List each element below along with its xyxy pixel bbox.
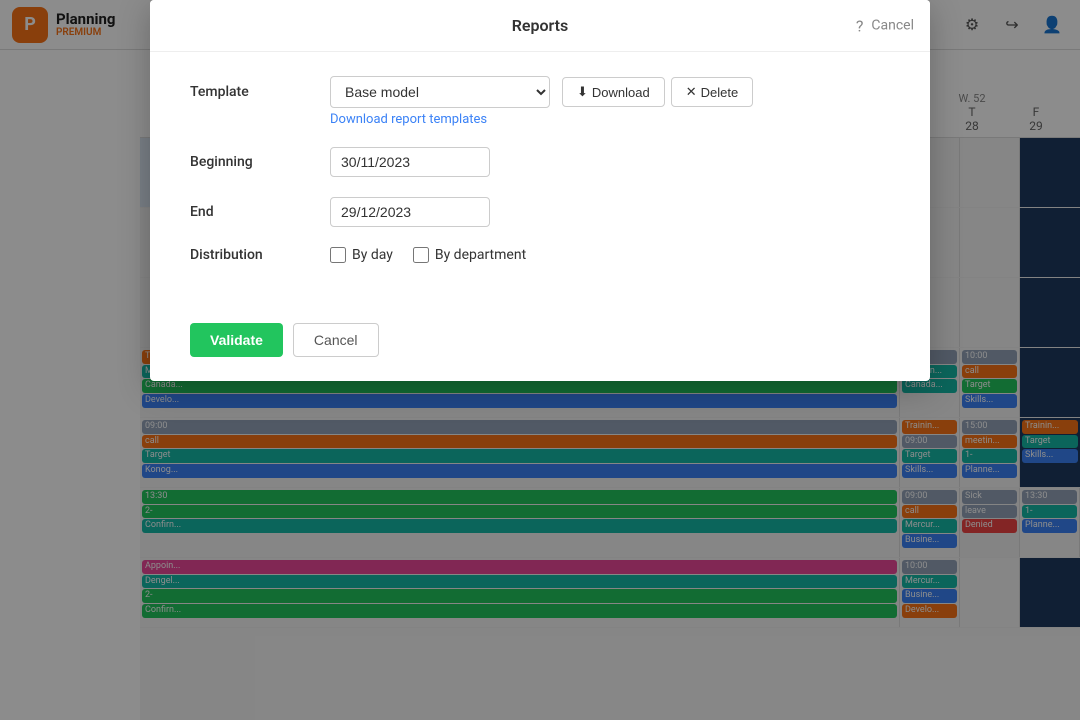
- end-input[interactable]: [330, 197, 490, 227]
- download-button[interactable]: ⬇ Download: [562, 77, 665, 107]
- distribution-label: Distribution: [190, 247, 330, 263]
- validate-button[interactable]: Validate: [190, 323, 283, 357]
- distribution-options: By day By department: [330, 247, 526, 263]
- end-label: End: [190, 204, 330, 220]
- template-label: Template: [190, 84, 330, 100]
- modal-overlay: Reports ? Cancel Template Base model ⬇ D…: [0, 0, 1080, 720]
- cancel-button[interactable]: Cancel: [293, 323, 379, 357]
- template-select[interactable]: Base model: [330, 76, 550, 108]
- template-row: Template Base model ⬇ Download ✕ Delete: [190, 76, 890, 108]
- by-department-label: By department: [435, 247, 526, 263]
- by-department-item: By department: [413, 247, 526, 263]
- modal-footer: Validate Cancel: [150, 307, 930, 381]
- distribution-row: Distribution By day By department: [190, 247, 890, 263]
- modal-cancel-link[interactable]: Cancel: [871, 18, 914, 34]
- end-row: End: [190, 197, 890, 227]
- beginning-input[interactable]: [330, 147, 490, 177]
- help-icon[interactable]: ?: [856, 16, 864, 35]
- download-templates-link[interactable]: Download report templates: [330, 112, 890, 127]
- delete-button[interactable]: ✕ Delete: [671, 77, 753, 107]
- download-icon: ⬇: [577, 84, 588, 100]
- beginning-row: Beginning: [190, 147, 890, 177]
- by-department-checkbox[interactable]: [413, 247, 429, 263]
- template-actions: ⬇ Download ✕ Delete: [562, 77, 753, 107]
- beginning-label: Beginning: [190, 154, 330, 170]
- modal-header: Reports ? Cancel: [150, 0, 930, 52]
- delete-icon: ✕: [686, 84, 697, 100]
- modal-header-actions: ? Cancel: [856, 16, 914, 35]
- modal-title: Reports: [170, 16, 910, 35]
- by-day-item: By day: [330, 247, 393, 263]
- reports-modal: Reports ? Cancel Template Base model ⬇ D…: [150, 0, 930, 381]
- by-day-checkbox[interactable]: [330, 247, 346, 263]
- by-day-label: By day: [352, 247, 393, 263]
- modal-body: Template Base model ⬇ Download ✕ Delete …: [150, 52, 930, 307]
